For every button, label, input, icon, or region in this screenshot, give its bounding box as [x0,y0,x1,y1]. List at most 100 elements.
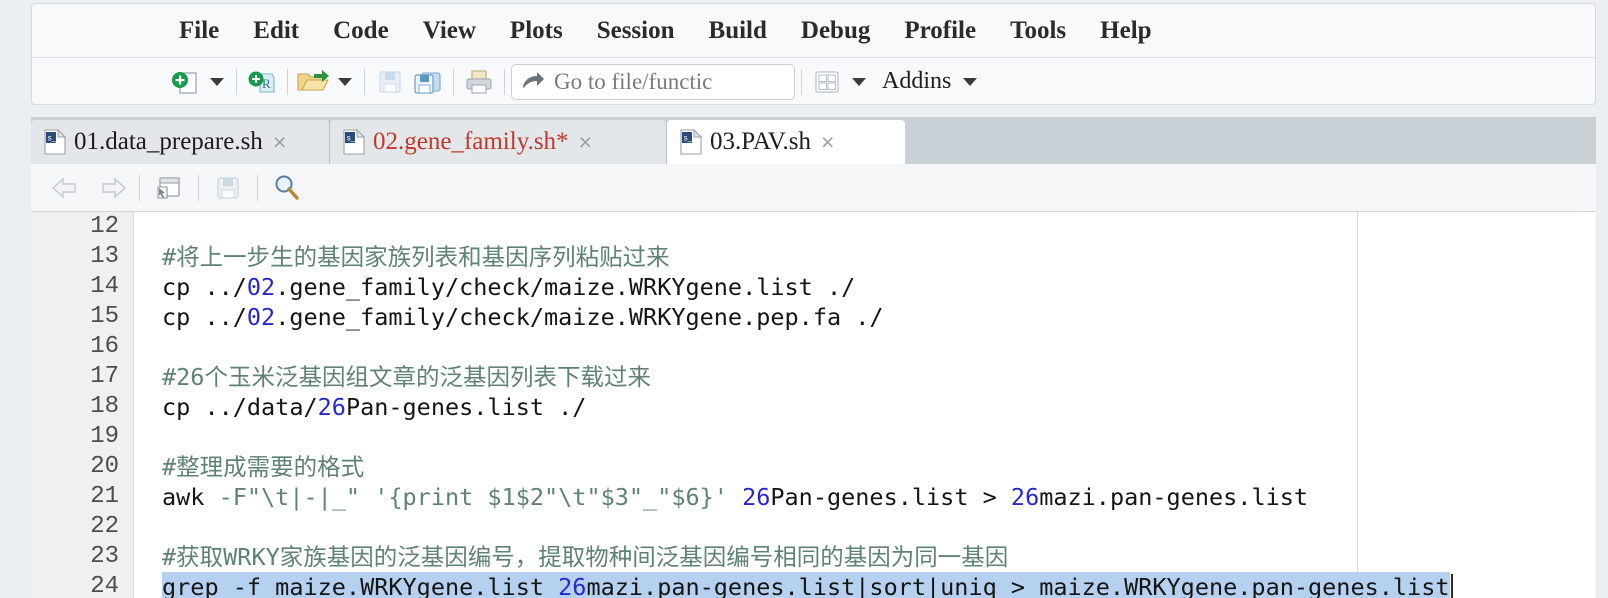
code-lines-container[interactable]: 12 13 #将上一步生的基因家族列表和基因序列粘贴过来 14 cp ../02.gen… [31,212,1596,598]
svg-text:s_: s_ [347,134,356,143]
code-token: Pan-genes.list ./ [345,393,587,421]
addins-label[interactable]: Addins [882,68,951,95]
line-text[interactable]: #将上一步生的基因家族列表和基因序列粘贴过来 [162,242,670,272]
code-line[interactable]: 16 [31,332,1596,362]
line-number: 13 [90,243,119,270]
code-token: mazi.pan-genes.list [1039,483,1309,511]
find-replace-button[interactable] [266,169,308,207]
line-number: 24 [90,573,119,598]
tab-close-01[interactable]: × [273,129,286,156]
save-all-icon [414,71,441,94]
new-project-button[interactable]: R [243,64,281,100]
open-folder-icon [297,69,329,91]
code-token: mazi.pan-genes.list|sort|uniq > maize.WR… [586,573,1450,598]
new-project-icon: R [248,71,275,93]
tab-close-02[interactable]: × [579,129,592,156]
line-number: 14 [90,273,119,300]
code-line[interactable]: 21 awk -F"\t|-|_" '{print $1$2"\t"$3"_"$6… [31,482,1596,512]
code-line[interactable]: 18 cp ../data/26Pan-genes.list ./ [31,392,1596,422]
addins-dropdown-caret[interactable] [963,77,978,86]
line-text[interactable]: cp ../data/26Pan-genes.list ./ [162,392,586,422]
line-number: 17 [90,363,119,390]
forward-arrow-icon [102,176,127,199]
goto-file-function-box[interactable]: Go to file/functic [511,63,795,100]
tab-01-data-prepare[interactable]: s_ 01.data_prepare.sh × [31,120,330,164]
menu-file[interactable]: File [162,4,236,58]
code-line[interactable]: 17 #26个玉米泛基因组文章的泛基因列表下载过来 [31,362,1596,392]
code-line[interactable]: 22 [31,512,1596,542]
code-line[interactable]: 24 grep -f maize.WRKYgene.list 26mazi.pan… [31,572,1596,598]
editor-toolbar [31,164,1596,212]
new-file-icon [172,71,197,94]
line-number: 19 [90,423,119,450]
menu-edit[interactable]: Edit [236,4,316,58]
number-token: 26 [558,573,587,598]
line-text[interactable]: #获取WRKY家族基因的泛基因编号，提取物种间泛基因编号相同的基因为同一基因 [162,542,1008,572]
line-number: 12 [90,213,119,240]
code-line[interactable]: 15 cp ../02.gene_family/check/maize.WRKYg… [31,302,1596,332]
comment-token: #整理成需要的格式 [162,453,365,481]
code-token: awk [162,483,219,511]
comment-token: # [162,363,177,391]
nav-back-button[interactable] [47,169,89,207]
code-line[interactable]: 12 [31,212,1596,242]
editor-toolbar-separator-3 [257,174,258,201]
code-token: grep -f maize.WRKYgene.list [162,573,559,598]
line-text[interactable]: awk -F"\t|-|_" '{print $1$2"\t"$3"_"$6}'… [162,482,1308,512]
code-token: cp ../data/ [162,393,318,421]
code-token: .gene_family/check/maize.WRKYgene.list .… [275,273,856,301]
shell-file-icon: s_ [44,129,66,155]
goto-file-function-placeholder: Go to file/functic [554,68,713,94]
toolbar-separator-3 [364,68,365,95]
menu-plots[interactable]: Plots [493,4,580,58]
line-number: 15 [90,303,119,330]
tab-02-gene-family[interactable]: s_ 02.gene_family.sh* × [330,120,667,164]
menu-session[interactable]: Session [580,4,692,58]
toolbar-separator-6 [801,68,802,95]
nav-forward-button[interactable] [89,169,131,207]
menu-build[interactable]: Build [692,4,784,58]
menu-profile[interactable]: Profile [887,4,993,58]
workspace-panes-button[interactable] [808,64,846,100]
menu-help[interactable]: Help [1083,4,1168,58]
line-text[interactable]: cp ../02.gene_family/check/maize.WRKYgen… [162,272,855,302]
comment-token: #获取WRKY家族基因的泛基因编号，提取物种间泛基因编号相同的基因为同一基因 [162,543,1009,571]
new-file-dropdown-caret[interactable] [210,77,224,86]
toolbar-separator-1 [236,68,237,95]
save-button[interactable] [371,64,409,100]
line-number: 16 [90,333,119,360]
line-text[interactable]: #26个玉米泛基因组文章的泛基因列表下载过来 [162,362,651,392]
tab-close-03[interactable]: × [821,129,834,156]
menu-view[interactable]: View [406,4,493,58]
menu-code[interactable]: Code [316,4,406,58]
open-file-dropdown-caret[interactable] [338,77,352,86]
open-file-button[interactable] [294,64,332,100]
code-line[interactable]: 23 #获取WRKY家族基因的泛基因编号，提取物种间泛基因编号相同的基因为同一基因 [31,542,1596,572]
print-button[interactable] [460,64,498,100]
show-in-new-window-button[interactable] [148,169,190,207]
number-token: 02 [246,273,276,301]
line-text[interactable]: grep -f maize.WRKYgene.list 26mazi.pan-g… [162,572,1450,598]
editor-save-button[interactable] [207,169,249,207]
line-number: 22 [90,513,119,540]
menu-tools[interactable]: Tools [993,4,1083,58]
editor-toolbar-separator-1 [139,174,140,201]
code-editor[interactable]: 12 13 #将上一步生的基因家族列表和基因序列粘贴过来 14 cp ../02.gen… [31,212,1596,598]
new-file-button[interactable] [166,64,204,100]
save-all-button[interactable] [409,64,447,100]
code-line[interactable]: 20 #整理成需要的格式 [31,452,1596,482]
panes-dropdown-caret[interactable] [852,77,866,86]
code-line[interactable]: 13 #将上一步生的基因家族列表和基因序列粘贴过来 [31,242,1596,272]
menu-item-list: File Edit Code View Plots Session Build … [162,4,1169,58]
line-number: 23 [90,543,119,570]
number-token: 02 [246,303,276,331]
code-line[interactable]: 19 [31,422,1596,452]
line-text[interactable]: #整理成需要的格式 [162,452,364,482]
number-token: 26 [742,483,771,511]
code-token: cp ../ [162,303,247,331]
menu-debug[interactable]: Debug [784,4,887,58]
tab-03-pav[interactable]: s_ 03.PAV.sh × [667,120,905,164]
code-line[interactable]: 14 cp ../02.gene_family/check/maize.WRKYg… [31,272,1596,302]
line-number: 18 [90,393,119,420]
line-text[interactable]: cp ../02.gene_family/check/maize.WRKYgen… [162,302,884,332]
